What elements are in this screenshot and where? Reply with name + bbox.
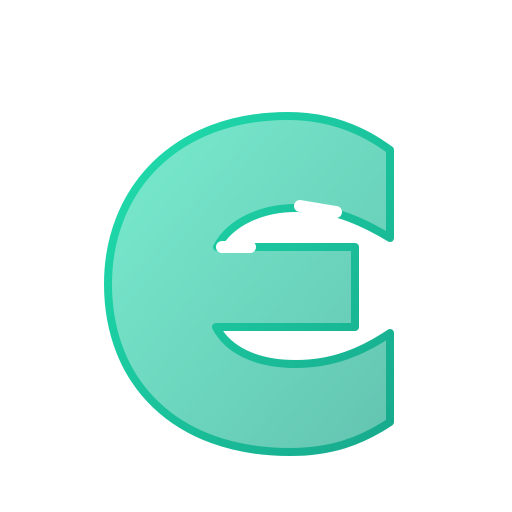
- app-icon-canvas: [0, 0, 512, 512]
- glyph-body: [104, 112, 394, 456]
- glyph-gap-upper: [294, 200, 342, 218]
- letter-e-glyph-icon: [104, 112, 394, 456]
